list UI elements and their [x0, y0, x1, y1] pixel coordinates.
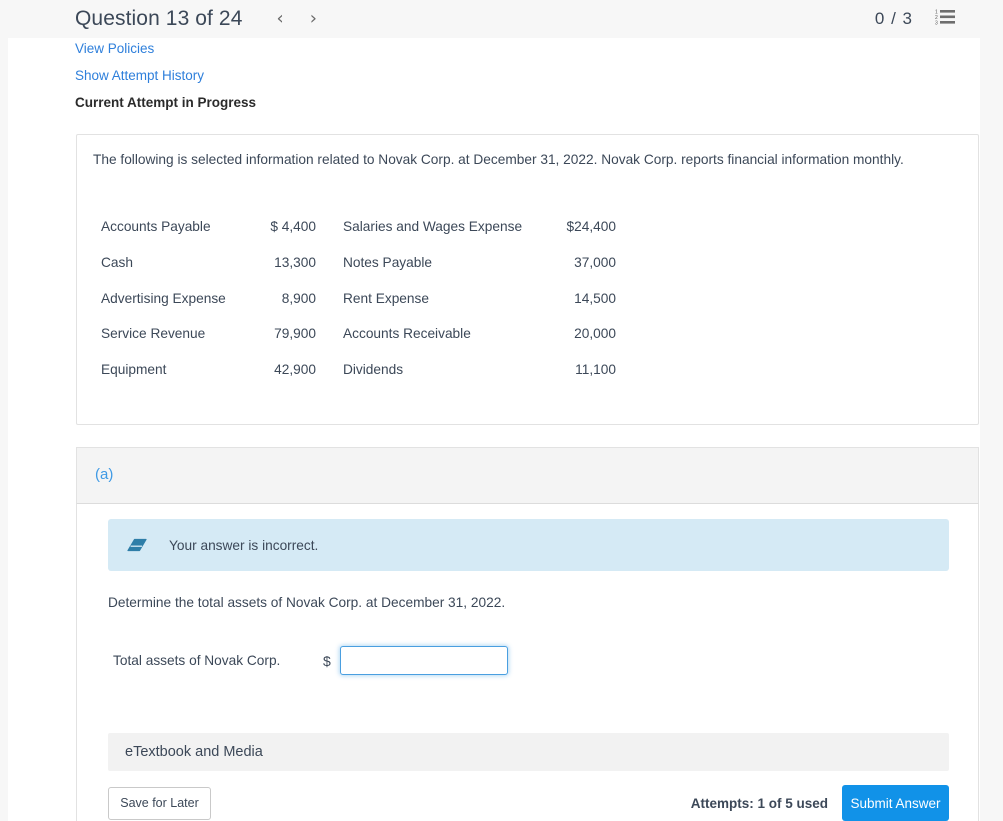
- account-value: $ 4,400: [270, 219, 316, 235]
- table-body: Accounts Payable $ 4,400 Salaries and Wa…: [101, 209, 616, 387]
- account-label: Service Revenue: [101, 326, 206, 342]
- chevron-left-icon[interactable]: ‹: [277, 10, 284, 28]
- footer-right-group: Attempts: 1 of 5 used Submit Answer: [691, 785, 949, 821]
- account-label: Accounts Receivable: [343, 326, 471, 342]
- question-info-panel: The following is selected information re…: [76, 134, 979, 425]
- account-value: 42,900: [274, 362, 316, 378]
- svg-text:3: 3: [935, 21, 938, 26]
- account-label: Advertising Expense: [101, 290, 226, 306]
- column-spacer: [316, 245, 343, 281]
- account-label: Dividends: [343, 362, 404, 378]
- answer-row: Total assets of Novak Corp. $: [113, 646, 508, 675]
- show-attempt-history-link[interactable]: Show Attempt History: [75, 68, 204, 83]
- question-intro-text: The following is selected information re…: [93, 152, 904, 167]
- account-value: 79,900: [274, 326, 316, 342]
- account-value: $24,400: [566, 219, 616, 235]
- footer-controls: Save for Later Attempts: 1 of 5 used Sub…: [108, 785, 949, 821]
- numbered-list-icon[interactable]: 1 2 3: [935, 8, 955, 30]
- account-value: 37,000: [574, 255, 616, 271]
- table-row: Equipment 42,900 Dividends 11,100: [101, 352, 616, 388]
- total-assets-input[interactable]: [339, 646, 508, 675]
- table-row: Service Revenue 79,900 Accounts Receivab…: [101, 316, 616, 352]
- submit-answer-button[interactable]: Submit Answer: [842, 785, 949, 821]
- account-label: Accounts Payable: [101, 219, 211, 235]
- account-label: Salaries and Wages Expense: [343, 219, 523, 235]
- etextbook-and-media-bar[interactable]: eTextbook and Media: [108, 733, 949, 771]
- table-row: Advertising Expense 8,900 Rent Expense 1…: [101, 280, 616, 316]
- status-banner: Your answer is incorrect.: [108, 519, 949, 571]
- question-navigation: ‹ ›: [277, 10, 317, 28]
- account-label: Cash: [101, 255, 133, 271]
- assignment-page: Question 13 of 24 ‹ › 0 / 3 1 2 3 View P…: [0, 0, 1003, 821]
- column-spacer: [316, 352, 343, 388]
- column-spacer: [316, 316, 343, 352]
- part-a-body: Your answer is incorrect. Determine the …: [76, 504, 979, 821]
- account-label: Notes Payable: [343, 255, 433, 271]
- save-for-later-button[interactable]: Save for Later: [108, 786, 211, 820]
- status-banner-text: Your answer is incorrect.: [169, 537, 319, 553]
- table-row: Accounts Payable $ 4,400 Salaries and Wa…: [101, 209, 616, 245]
- account-value: 8,900: [281, 290, 316, 306]
- account-value: 14,500: [574, 290, 616, 306]
- account-value: 20,000: [574, 326, 616, 342]
- column-spacer: [316, 280, 343, 316]
- right-gutter: [980, 0, 1003, 821]
- left-gutter: [0, 0, 8, 821]
- account-value: 11,100: [575, 362, 616, 378]
- etextbook-label: eTextbook and Media: [125, 744, 263, 760]
- account-balances-table: Accounts Payable $ 4,400 Salaries and Wa…: [101, 209, 616, 387]
- question-prompt: Determine the total assets of Novak Corp…: [108, 595, 506, 610]
- header-right-group: 0 / 3 1 2 3: [875, 0, 980, 38]
- page-title: Question 13 of 24: [75, 7, 243, 30]
- account-label: Rent Expense: [343, 290, 429, 306]
- chevron-right-icon[interactable]: ›: [310, 10, 317, 28]
- question-header: Question 13 of 24 ‹ › 0 / 3 1 2 3: [0, 0, 1003, 38]
- view-policies-link[interactable]: View Policies: [75, 41, 154, 56]
- score-display: 0 / 3: [874, 9, 913, 28]
- part-letter: (a): [95, 466, 114, 483]
- policy-links: View Policies Show Attempt History Curre…: [75, 41, 675, 110]
- column-spacer: [316, 209, 343, 245]
- part-a-header: (a): [76, 447, 979, 504]
- current-attempt-status: Current Attempt in Progress: [75, 95, 257, 110]
- answer-label: Total assets of Novak Corp.: [113, 653, 281, 668]
- eraser-icon: [125, 533, 149, 557]
- account-label: Equipment: [101, 362, 167, 378]
- currency-symbol: $: [323, 652, 331, 669]
- account-value: 13,300: [274, 255, 316, 271]
- attempts-counter: Attempts: 1 of 5 used: [690, 795, 828, 811]
- table-row: Cash 13,300 Notes Payable 37,000: [101, 245, 616, 281]
